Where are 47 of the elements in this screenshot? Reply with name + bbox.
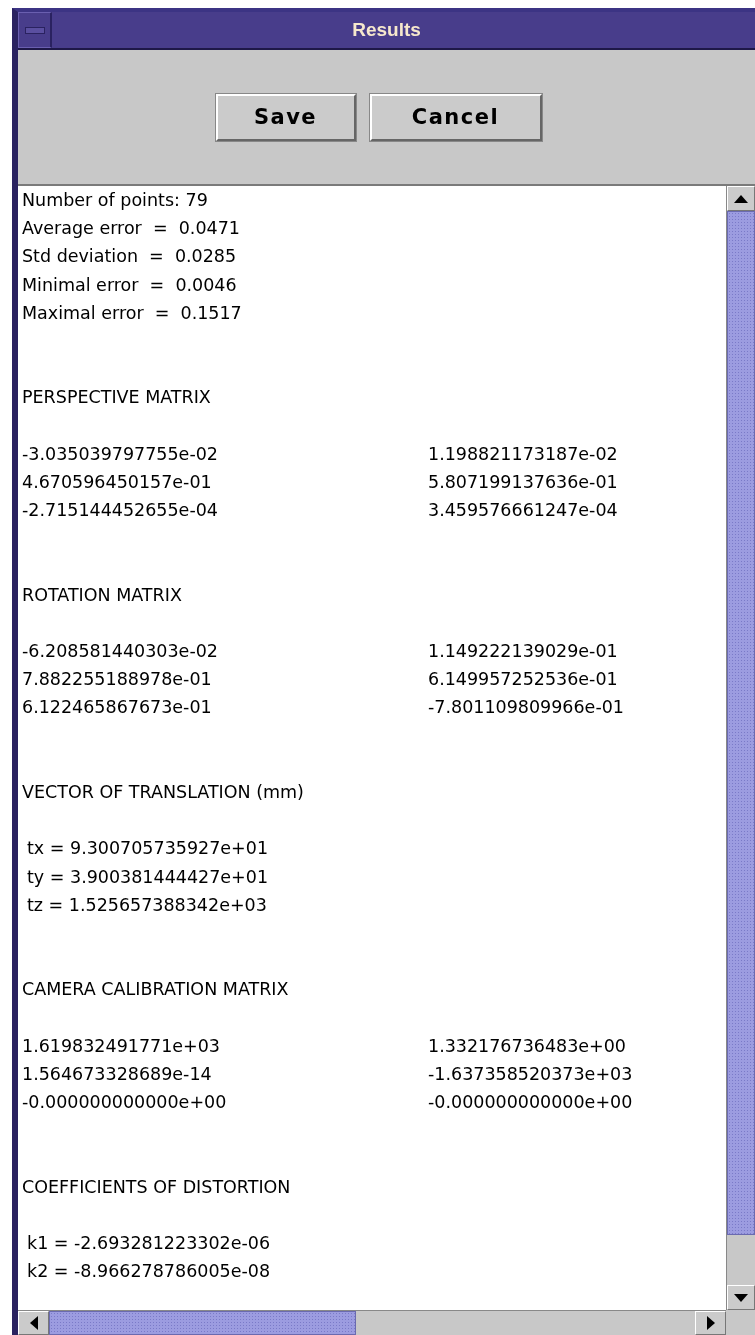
scroll-left-button[interactable] bbox=[18, 1311, 49, 1335]
scroll-up-button[interactable] bbox=[727, 186, 755, 211]
parameter-value: k1 = -2.693281223302e-06 bbox=[27, 1232, 271, 1253]
matrix-value: 6.149957252536e-01 bbox=[428, 668, 619, 692]
parameter-value: tx = 9.300705735927e+01 bbox=[27, 838, 268, 859]
matrix-value: 6.122465867673e-01 bbox=[22, 696, 213, 720]
matrix-value: 4.670596450157e-01 bbox=[22, 470, 213, 494]
stat-line: Average error = 0.0471 bbox=[22, 218, 240, 239]
section-heading: ROTATION MATRIX bbox=[22, 584, 182, 605]
right-arrow-icon bbox=[706, 1316, 715, 1330]
up-arrow-icon bbox=[734, 194, 748, 203]
matrix-value: 1.564673328689e-14 bbox=[22, 1062, 213, 1086]
horizontal-scrollbar[interactable] bbox=[18, 1310, 726, 1335]
matrix-value: -2.715144452655e-04 bbox=[22, 499, 219, 523]
matrix-value: -7.801109809966e-01 bbox=[428, 696, 625, 720]
stat-line: Maximal error = 0.1517 bbox=[22, 302, 242, 323]
parameter-value: tz = 1.525657388342e+03 bbox=[27, 894, 267, 915]
stat-line: Number of points: 79 bbox=[22, 190, 208, 210]
matrix-value: 3.459576661247e-04 bbox=[428, 499, 619, 523]
matrix-value: 5.807199137636e-01 bbox=[428, 470, 619, 494]
save-button[interactable]: Save bbox=[215, 93, 356, 141]
parameter-value: k2 = -8.966278786005e-08 bbox=[27, 1261, 271, 1282]
parameter-value: ty = 3.900381444427e+01 bbox=[27, 866, 268, 887]
stat-line: Std deviation = 0.0285 bbox=[22, 246, 237, 267]
section-heading: CAMERA CALIBRATION MATRIX bbox=[22, 979, 289, 1000]
matrix-value: 1.332176736483e+00 bbox=[428, 1034, 627, 1058]
matrix-value: -1.637358520373e+03 bbox=[428, 1062, 634, 1086]
matrix-value: 1.149222139029e-01 bbox=[428, 640, 619, 663]
stat-line: Minimal error = 0.0046 bbox=[22, 274, 237, 295]
scroll-down-button[interactable] bbox=[727, 1285, 755, 1310]
matrix-value: -6.208581440303e-02 bbox=[22, 640, 219, 663]
section-heading: COEFFICIENTS OF DISTORTION bbox=[22, 1176, 291, 1197]
matrix-value: 7.882255188978e-01 bbox=[22, 668, 213, 692]
section-heading: VECTOR OF TRANSLATION (mm) bbox=[22, 781, 304, 802]
matrix-value: -0.000000000000e+00 bbox=[428, 1091, 634, 1114]
matrix-value: -3.035039797755e-02 bbox=[22, 442, 219, 466]
window-menu-button[interactable] bbox=[18, 12, 52, 48]
cancel-button[interactable]: Cancel bbox=[369, 93, 542, 141]
down-arrow-icon bbox=[734, 1293, 748, 1302]
scroll-thumb[interactable] bbox=[49, 1311, 356, 1335]
matrix-value: -0.000000000000e+00 bbox=[22, 1091, 228, 1114]
matrix-value: 1.619832491771e+03 bbox=[22, 1034, 221, 1058]
section-heading: PERSPECTIVE MATRIX bbox=[22, 387, 211, 408]
scroll-right-button[interactable] bbox=[695, 1311, 726, 1335]
matrix-value: 1.198821173187e-02 bbox=[428, 442, 619, 466]
left-arrow-icon bbox=[29, 1316, 38, 1330]
window-title: Results bbox=[352, 19, 421, 41]
